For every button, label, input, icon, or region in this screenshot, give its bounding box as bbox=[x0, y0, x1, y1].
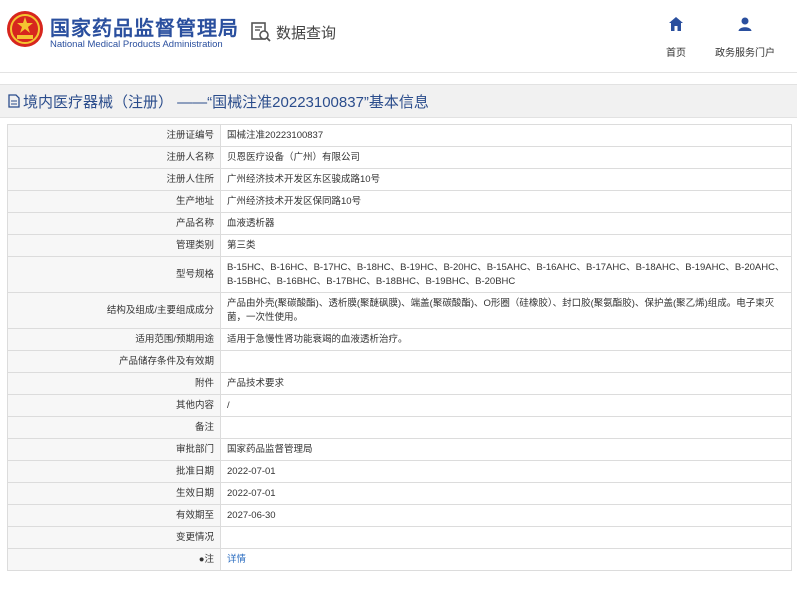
table-row: 适用范围/预期用途 适用于急慢性肾功能衰竭的血液透析治疗。 bbox=[7, 328, 792, 351]
table-row: 备注 bbox=[7, 416, 792, 439]
row-label: 管理类别 bbox=[7, 234, 221, 257]
table-row: 附件 产品技术要求 bbox=[7, 372, 792, 395]
row-value: 产品技术要求 bbox=[220, 372, 792, 395]
row-value bbox=[220, 526, 792, 549]
registration-detail-table: 注册证编号 国械注准20223100837 注册人名称 贝恩医疗设备（广州）有限公司… bbox=[7, 124, 792, 571]
details-link[interactable]: 详情 bbox=[227, 554, 246, 565]
nav-home[interactable]: 首页 bbox=[660, 16, 692, 59]
row-label: 型号规格 bbox=[7, 256, 221, 293]
row-value: 2022-07-01 bbox=[220, 482, 792, 505]
row-label: 注册人住所 bbox=[7, 168, 221, 191]
row-label: 审批部门 bbox=[7, 438, 221, 461]
row-label: 附件 bbox=[7, 372, 221, 395]
table-row: 型号规格 B-15HC、B-16HC、B-17HC、B-18HC、B-19HC、B… bbox=[7, 256, 792, 293]
row-value: 广州经济技术开发区保同路10号 bbox=[220, 190, 792, 213]
home-icon bbox=[669, 17, 683, 31]
table-row: 注册人名称 贝恩医疗设备（广州）有限公司 bbox=[7, 146, 792, 169]
header-divider bbox=[0, 72, 797, 73]
row-label: 注册证编号 bbox=[7, 124, 221, 147]
nav-service-portal[interactable]: 政务服务门户 bbox=[710, 16, 780, 59]
user-icon bbox=[738, 17, 752, 31]
row-label: 备注 bbox=[7, 416, 221, 439]
row-value: 国家药品监督管理局 bbox=[220, 438, 792, 461]
row-value: 2027-06-30 bbox=[220, 504, 792, 527]
table-row: 审批部门 国家药品监督管理局 bbox=[7, 438, 792, 461]
data-query-label: 数据查询 bbox=[276, 24, 337, 42]
table-row: 批准日期 2022-07-01 bbox=[7, 460, 792, 483]
row-value: 第三类 bbox=[220, 234, 792, 257]
row-label: 批准日期 bbox=[7, 460, 221, 483]
row-value: / bbox=[220, 394, 792, 417]
data-query-link[interactable]: 数据查询 bbox=[250, 20, 336, 44]
row-value: 适用于急慢性肾功能衰竭的血液透析治疗。 bbox=[220, 328, 792, 351]
table-row: 注册证编号 国械注准20223100837 bbox=[7, 124, 792, 147]
row-label: 产品名称 bbox=[7, 212, 221, 235]
nav-home-label: 首页 bbox=[666, 48, 686, 59]
table-row: 有效期至 2027-06-30 bbox=[7, 504, 792, 527]
row-value: 产品由外壳(聚碳酸酯)、透析膜(聚醚砜膜)、端盖(聚碳酸酯)、O形圈（硅橡胶）、… bbox=[220, 292, 792, 329]
row-label: 适用范围/预期用途 bbox=[7, 328, 221, 351]
row-value: 广州经济技术开发区东区骏成路10号 bbox=[220, 168, 792, 191]
row-value: 详情 bbox=[220, 548, 792, 571]
brand-name-en: National Medical Products Administration bbox=[50, 39, 223, 50]
table-row: ●注 详情 bbox=[7, 548, 792, 571]
row-label: 其他内容 bbox=[7, 394, 221, 417]
row-value bbox=[220, 350, 792, 373]
table-row: 结构及组成/主要组成成分 产品由外壳(聚碳酸酯)、透析膜(聚醚砜膜)、端盖(聚碳酸… bbox=[7, 292, 792, 329]
table-row: 产品储存条件及有效期 bbox=[7, 350, 792, 373]
page-title-bar: 境内医疗器械（注册） ——“国械注准20223100837”基本信息 bbox=[0, 84, 797, 118]
row-label: 生产地址 bbox=[7, 190, 221, 213]
row-value: 血液透析器 bbox=[220, 212, 792, 235]
row-value: 国械注准20223100837 bbox=[220, 124, 792, 147]
row-label: 结构及组成/主要组成成分 bbox=[7, 292, 221, 329]
table-row: 管理类别 第三类 bbox=[7, 234, 792, 257]
table-row: 注册人住所 广州经济技术开发区东区骏成路10号 bbox=[7, 168, 792, 191]
row-label: 产品储存条件及有效期 bbox=[7, 350, 221, 373]
national-emblem-icon bbox=[7, 11, 43, 47]
row-value: 2022-07-01 bbox=[220, 460, 792, 483]
row-label: 有效期至 bbox=[7, 504, 221, 527]
detail-table-wrapper: 注册证编号 国械注准20223100837 注册人名称 贝恩医疗设备（广州）有限公司… bbox=[7, 124, 792, 571]
document-icon bbox=[8, 94, 20, 108]
table-row: 生效日期 2022-07-01 bbox=[7, 482, 792, 505]
row-label: 注册人名称 bbox=[7, 146, 221, 169]
brand-name-cn[interactable]: 国家药品监督管理局 bbox=[50, 12, 239, 41]
page-title: 境内医疗器械（注册） ——“国械注准20223100837”基本信息 bbox=[23, 93, 429, 111]
table-row: 其他内容 / bbox=[7, 394, 792, 417]
data-search-icon bbox=[251, 22, 271, 42]
row-label: ●注 bbox=[7, 548, 221, 571]
row-label: 变更情况 bbox=[7, 526, 221, 549]
nav-portal-label: 政务服务门户 bbox=[715, 48, 775, 59]
table-row: 变更情况 bbox=[7, 526, 792, 549]
table-row: 产品名称 血液透析器 bbox=[7, 212, 792, 235]
table-row: 生产地址 广州经济技术开发区保同路10号 bbox=[7, 190, 792, 213]
row-label: 生效日期 bbox=[7, 482, 221, 505]
row-value: B-15HC、B-16HC、B-17HC、B-18HC、B-19HC、B-20H… bbox=[220, 256, 792, 293]
row-value bbox=[220, 416, 792, 439]
row-value: 贝恩医疗设备（广州）有限公司 bbox=[220, 146, 792, 169]
site-header: 国家药品监督管理局 National Medical Products Admi… bbox=[0, 0, 797, 72]
